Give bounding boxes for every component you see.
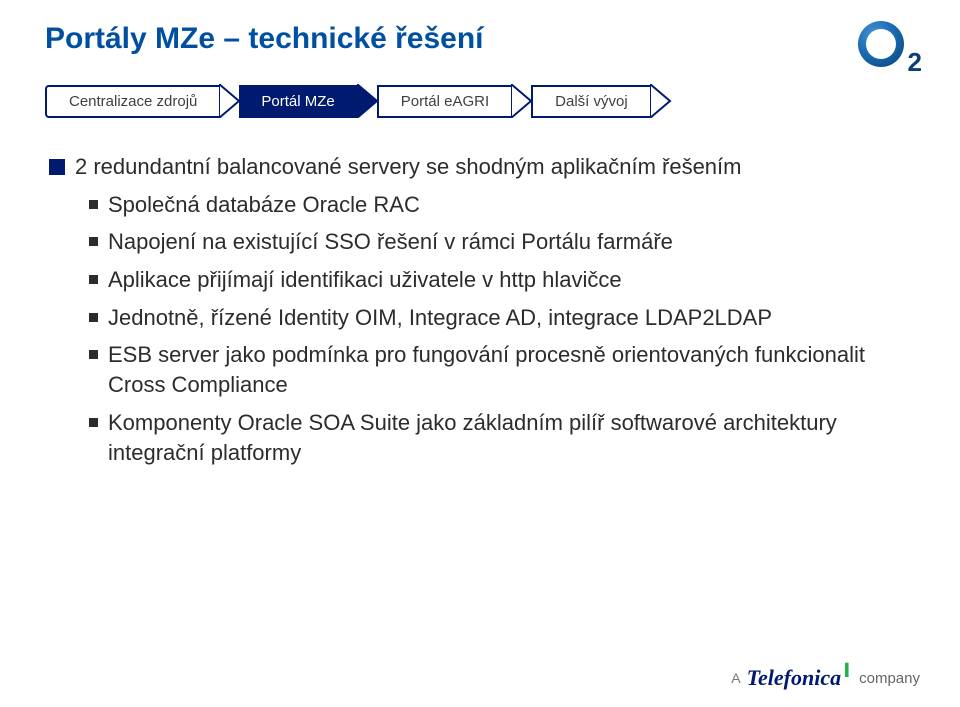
bullet-level2: Napojení na existující SSO řešení v rámc… [89, 227, 911, 257]
bullet-text: Komponenty Oracle SOA Suite jako základn… [108, 408, 911, 467]
o2-ring-icon [858, 21, 904, 67]
breadcrumb: Centralizace zdrojů Portál MZe Portál eA… [45, 84, 915, 118]
crumb-label: Další vývoj [531, 85, 650, 118]
telefonica-logo: Telefonica [747, 665, 842, 691]
footer-brand: A Telefonica ▍ company [731, 665, 920, 691]
bullet-level2: Aplikace přijímají identifikaci uživatel… [89, 265, 911, 295]
footer-prefix: A [731, 670, 740, 686]
slide: 2 Portály MZe – technické řešení Central… [0, 0, 960, 707]
chevron-right-icon [650, 84, 672, 118]
crumb-label: Centralizace zdrojů [45, 85, 219, 118]
chevron-right-icon [357, 84, 379, 118]
chevron-right-icon [511, 84, 533, 118]
chevron-right-icon [219, 84, 241, 118]
footer-suffix: company [859, 670, 920, 687]
bullet-level2: Komponenty Oracle SOA Suite jako základn… [89, 408, 911, 467]
bullet-text: ESB server jako podmínka pro fungování p… [108, 340, 911, 399]
bullet-text: Společná databáze Oracle RAC [108, 190, 420, 220]
crumb-portal-mze: Portál MZe [239, 84, 378, 118]
bullet-text: 2 redundantní balancované servery se sho… [75, 152, 741, 182]
crumb-label: Portál eAGRI [377, 85, 511, 118]
crumb-dalsi-vyvoj: Další vývoj [531, 84, 672, 118]
bullet-text: Napojení na existující SSO řešení v rámc… [108, 227, 673, 257]
crumb-centralizace: Centralizace zdrojů [45, 84, 241, 118]
page-title: Portály MZe – technické řešení [45, 22, 915, 56]
bullet-level2: Jednotně, řízené Identity OIM, Integrace… [89, 303, 911, 333]
crumb-label: Portál MZe [239, 85, 356, 118]
crumb-portal-eagri: Portál eAGRI [377, 84, 533, 118]
o2-logo: 2 [858, 12, 920, 74]
bullet-text: Jednotně, řízené Identity OIM, Integrace… [108, 303, 772, 333]
content: 2 redundantní balancované servery se sho… [45, 152, 915, 467]
bullet-level2: Společná databáze Oracle RAC [89, 190, 911, 220]
bullet-text: Aplikace přijímají identifikaci uživatel… [108, 265, 622, 295]
bullet-level1: 2 redundantní balancované servery se sho… [49, 152, 911, 182]
o2-subscript: 2 [908, 49, 922, 75]
bullet-level2: ESB server jako podmínka pro fungování p… [89, 340, 911, 399]
